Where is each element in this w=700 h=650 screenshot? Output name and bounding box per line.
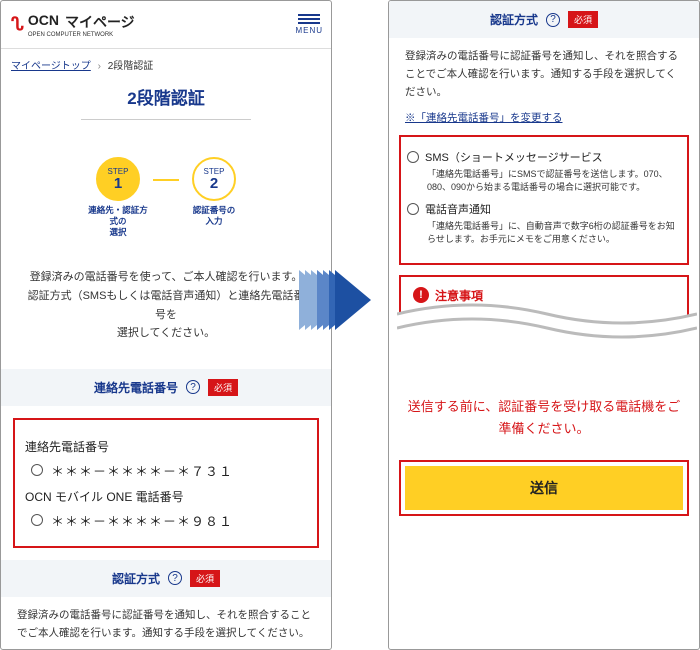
section-auth-method: 認証方式 ? 必須 <box>389 1 699 38</box>
required-badge: 必須 <box>208 379 238 396</box>
brand-text: OCN <box>28 12 59 32</box>
phone-label-2: OCN モバイル ONE 電話番号 <box>25 488 307 505</box>
chevron-right-icon: › <box>98 61 101 72</box>
section-contact-phone: 連絡先電話番号 ? 必須 <box>1 369 331 406</box>
flow-arrow-icon <box>335 270 371 330</box>
breadcrumb-current: 2段階認証 <box>108 61 154 72</box>
radio-icon <box>31 514 43 526</box>
phone-value-2: ＊＊＊－＊＊＊＊－＊９８１ <box>51 511 233 530</box>
step-indicator: STEP1 連絡先・認証方 式の 選択 STEP2 認証番号の 入力 <box>1 157 331 238</box>
option-sms-title: SMS（ショートメッセージサービス <box>425 149 603 165</box>
phone-option-2[interactable]: ＊＊＊－＊＊＊＊－＊９８１ <box>31 511 307 530</box>
radio-icon <box>407 203 419 215</box>
auth-method-box: SMS（ショートメッセージサービス 「連絡先電話番号」にSMSで認証番号を送信し… <box>399 135 689 265</box>
phone-select-box: 連絡先電話番号 ＊＊＊－＊＊＊＊－＊７３１ OCN モバイル ONE 電話番号 … <box>13 418 319 548</box>
step-connector <box>153 179 179 181</box>
section-title: 認証方式 <box>490 11 538 28</box>
method-paragraph: 登録済みの電話番号に認証番号を通知し、それを照合することでご本人確認を行います。… <box>1 597 331 643</box>
app-header: ᔐ OCN マイページ OPEN COMPUTER NETWORK MENU <box>1 1 331 49</box>
explain-text: 登録済みの電話番号を使って、ご本人確認を行います。 認証方式（SMSもしくは電話… <box>1 248 331 363</box>
submit-highlight: 送信 <box>399 460 689 516</box>
menu-label: MENU <box>295 26 323 35</box>
change-phone-link[interactable]: ※「連絡先電話番号」を変更する <box>389 102 699 129</box>
warning-box: ! 注意事項 <box>399 275 689 346</box>
breadcrumb-top[interactable]: マイページトップ <box>11 61 91 72</box>
section-title: 認証方式 <box>112 570 160 587</box>
step-2: STEP2 認証番号の 入力 <box>179 157 249 227</box>
option-voice-desc: 「連絡先電話番号」に、自動音声で数字6桁の認証番号をお知らせします。お手元にメモ… <box>427 220 681 247</box>
radio-icon <box>407 151 419 163</box>
alert-icon: ! <box>413 287 429 303</box>
help-icon[interactable]: ? <box>186 380 200 394</box>
section-auth-method: 認証方式 ? 必須 <box>1 560 331 597</box>
step-1-label: 連絡先・認証方 式の 選択 <box>88 205 148 238</box>
option-voice-title: 電話音声通知 <box>425 201 491 217</box>
logo-subtext: OPEN COMPUTER NETWORK <box>28 32 135 38</box>
header-page: マイページ <box>65 12 135 32</box>
step-2-label: 認証番号の 入力 <box>193 205 236 227</box>
screen-select-phone: ᔐ OCN マイページ OPEN COMPUTER NETWORK MENU マ… <box>0 0 332 650</box>
help-icon[interactable]: ? <box>546 13 560 27</box>
presend-instruction: 送信する前に、認証番号を受け取る電話機をご準備ください。 <box>389 346 699 454</box>
step-1: STEP1 連絡先・認証方 式の 選択 <box>83 157 153 238</box>
option-sms[interactable]: SMS（ショートメッセージサービス 「連絡先電話番号」にSMSで認証番号を送信し… <box>407 149 681 195</box>
required-badge: 必須 <box>190 570 220 587</box>
help-icon[interactable]: ? <box>168 571 182 585</box>
menu-button[interactable]: MENU <box>295 14 323 35</box>
option-voice[interactable]: 電話音声通知 「連絡先電話番号」に、自動音声で数字6桁の認証番号をお知らせします… <box>407 201 681 247</box>
hamburger-icon <box>298 14 320 16</box>
radio-icon <box>31 464 43 476</box>
option-sms-desc: 「連絡先電話番号」にSMSで認証番号を送信します。070、080、090から始ま… <box>427 168 681 195</box>
breadcrumb: マイページトップ › 2段階認証 <box>1 49 331 80</box>
method-paragraph: 登録済みの電話番号に認証番号を通知し、それを照合することでご本人確認を行います。… <box>389 38 699 102</box>
phone-label-1: 連絡先電話番号 <box>25 438 307 455</box>
phone-value-1: ＊＊＊－＊＊＊＊－＊７３１ <box>51 461 233 480</box>
page-title: 2段階認証 <box>1 80 331 132</box>
warning-title: 注意事項 <box>435 287 483 304</box>
phone-option-1[interactable]: ＊＊＊－＊＊＊＊－＊７３１ <box>31 461 307 480</box>
logo[interactable]: ᔐ OCN マイページ OPEN COMPUTER NETWORK <box>11 12 135 38</box>
submit-button[interactable]: 送信 <box>405 466 683 510</box>
required-badge: 必須 <box>568 11 598 28</box>
logo-mark-icon: ᔐ <box>11 14 24 35</box>
section-title: 連絡先電話番号 <box>94 379 178 396</box>
screen-select-method: 認証方式 ? 必須 登録済みの電話番号に認証番号を通知し、それを照合することでご… <box>388 0 700 650</box>
